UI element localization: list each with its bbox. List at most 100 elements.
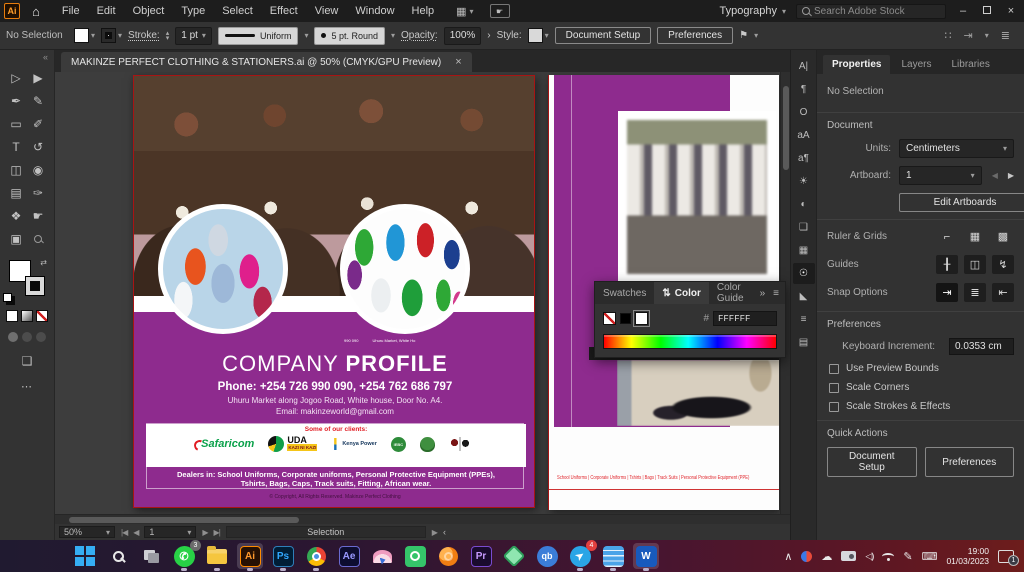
submenu-arrow-icon[interactable]: › [487, 30, 490, 41]
black-swatch[interactable] [620, 313, 631, 324]
email-line[interactable]: Email: makinzeworld@gmail.com [134, 407, 534, 416]
edit-toolbar-icon[interactable]: ⋯ [21, 380, 33, 393]
fill-color-control[interactable]: ▾ [74, 28, 95, 43]
scale-corners-checkbox[interactable] [829, 382, 839, 393]
next-artboard-icon[interactable]: ▶ [202, 528, 208, 537]
fill-stroke-widget[interactable]: ⇄ [3, 258, 47, 302]
menu-window[interactable]: Window [355, 5, 394, 17]
company-profile-title[interactable]: COMPANY PROFILE [134, 351, 534, 377]
snap-to-pixel-icon[interactable]: ⇤ [992, 283, 1014, 302]
whatsapp-icon[interactable]: ✆ 3 [171, 540, 201, 569]
defender-icon[interactable] [801, 550, 813, 562]
stroke-weight-stepper[interactable]: ▴ ▾ [166, 30, 170, 42]
flag-icon[interactable]: ⚑ [739, 30, 748, 41]
tab-swatches[interactable]: Swatches [595, 282, 654, 304]
start-button[interactable] [72, 543, 98, 569]
list-options-icon[interactable]: ≣ [1001, 29, 1010, 42]
hand-tool[interactable]: ☛ [27, 204, 49, 227]
stroke-label[interactable]: Stroke: [128, 30, 160, 41]
file-explorer-icon[interactable] [204, 543, 230, 569]
premiere-icon[interactable]: Pr [468, 543, 494, 569]
pathfinder-panel-icon[interactable]: ❑ [793, 217, 815, 238]
paragraph-panel-icon[interactable]: ¶ [793, 79, 815, 100]
snap-to-point-icon[interactable]: ⇥ [936, 283, 958, 302]
phone-line[interactable]: Phone: +254 726 990 090, +254 762 686 79… [134, 381, 534, 393]
close-tab-icon[interactable]: × [455, 56, 461, 68]
zoom-tool[interactable] [27, 227, 49, 250]
after-effects-icon[interactable]: Ae [336, 543, 362, 569]
tab-color[interactable]: ⇅ Color [654, 282, 709, 304]
ink-workspace-icon[interactable]: ✎ [903, 550, 912, 563]
notes-app-icon[interactable] [600, 543, 626, 569]
color-spectrum-bar[interactable] [603, 334, 777, 349]
units-select[interactable]: Centimeters ▾ [899, 139, 1014, 158]
show-rulers-icon[interactable]: ⌐ [936, 227, 958, 246]
style-control[interactable]: ▾ [527, 28, 549, 43]
width-tool[interactable]: ❖ [5, 204, 27, 227]
width-profile-field[interactable]: Uniform [217, 26, 299, 45]
artboard-tool[interactable]: ▣ [5, 227, 27, 250]
opacity-label[interactable]: Opacity: [401, 30, 438, 41]
scale-strokes-row[interactable]: Scale Strokes & Effects [829, 401, 1014, 412]
preferences-button[interactable]: Preferences [657, 27, 734, 44]
draw-inside-icon[interactable] [36, 332, 46, 342]
align-glyphs-icon[interactable]: ∷ [945, 29, 952, 42]
show-guides-icon[interactable]: ╂ [936, 255, 958, 274]
menu-object[interactable]: Object [133, 5, 165, 17]
arrange-documents-icon[interactable]: ▦ ▾ [456, 5, 473, 18]
clock[interactable]: 19:00 01/03/2023 [946, 546, 989, 566]
opacity-field[interactable]: 100% [443, 26, 482, 45]
menu-select[interactable]: Select [222, 5, 253, 17]
menu-view[interactable]: View [315, 5, 339, 17]
type-tool[interactable]: T [5, 135, 27, 158]
document-setup-button[interactable]: Document Setup [554, 27, 652, 44]
smart-guides-icon[interactable]: ↯ [992, 255, 1014, 274]
quick-document-setup-button[interactable]: Document Setup [827, 447, 917, 477]
tab-layers[interactable]: Layers [892, 55, 940, 74]
zoom-level-field[interactable]: 50% ▾ [59, 526, 115, 538]
green-diamond-app-icon[interactable] [501, 543, 527, 569]
touch-workspace-icon[interactable]: ☛ [489, 4, 510, 18]
character-styles-panel-icon[interactable]: aA [793, 125, 815, 146]
lock-guides-icon[interactable]: ◫ [964, 255, 986, 274]
use-preview-bounds-row[interactable]: Use Preview Bounds [829, 363, 1014, 374]
expand-panel-icon[interactable]: » [760, 288, 766, 299]
tab-color-guide[interactable]: Color Guide [709, 282, 760, 304]
word-icon[interactable]: W [633, 543, 659, 569]
stroke-color-control[interactable]: ▾ [101, 28, 122, 43]
direct-selection-tool[interactable]: ▷ [5, 66, 27, 89]
eraser-tool[interactable]: ◫ [5, 158, 27, 181]
show-grid-icon[interactable]: ▦ [964, 227, 986, 246]
rotate-tool[interactable]: ↺ [27, 135, 49, 158]
screen-mode-icon[interactable]: ❑ [22, 354, 33, 368]
gradient-panel-icon[interactable]: ◣ [793, 286, 815, 307]
menu-file[interactable]: File [62, 5, 80, 17]
address-line[interactable]: Uhuru Market along Jogoo Road, White hou… [134, 396, 534, 405]
curvature-tool[interactable]: ✎ [27, 89, 49, 112]
tab-libraries[interactable]: Libraries [942, 55, 998, 74]
panel-menu-icon[interactable]: ≡ [773, 288, 779, 299]
scale-corners-row[interactable]: Scale Corners [829, 382, 1014, 393]
color-button[interactable] [6, 310, 18, 322]
stroke-panel-icon[interactable]: ≡ [793, 309, 815, 330]
horizontal-scroll-thumb[interactable] [69, 517, 299, 523]
orange-magnifier-app-icon[interactable] [435, 543, 461, 569]
shape-builder-tool[interactable]: ◉ [27, 158, 49, 181]
telegram-icon[interactable]: ➤ 4 [567, 540, 597, 569]
swap-fill-stroke-icon[interactable]: ⇄ [40, 258, 47, 267]
gradient-tool[interactable]: ▤ [5, 181, 27, 204]
snap-to-grid-icon[interactable]: ≣ [964, 283, 986, 302]
color-guide-panel-icon[interactable]: ◐ [793, 194, 815, 215]
green-camera-app-icon[interactable] [402, 543, 428, 569]
paintbrush-tool[interactable]: ✐ [27, 112, 49, 135]
wifi-icon[interactable] [882, 552, 895, 561]
horizontal-scrollbar[interactable] [55, 514, 790, 524]
white-swatch[interactable] [633, 310, 650, 327]
tray-expand-chevron[interactable]: ∧ [784, 550, 792, 563]
adobe-stock-search-input[interactable] [814, 5, 932, 17]
draw-behind-icon[interactable] [22, 332, 32, 342]
onedrive-icon[interactable]: ☁ [821, 550, 832, 563]
task-view-button[interactable] [138, 543, 164, 569]
chevron-down-icon[interactable]: ▾ [391, 31, 395, 40]
opentype-panel-icon[interactable]: O [793, 102, 815, 123]
